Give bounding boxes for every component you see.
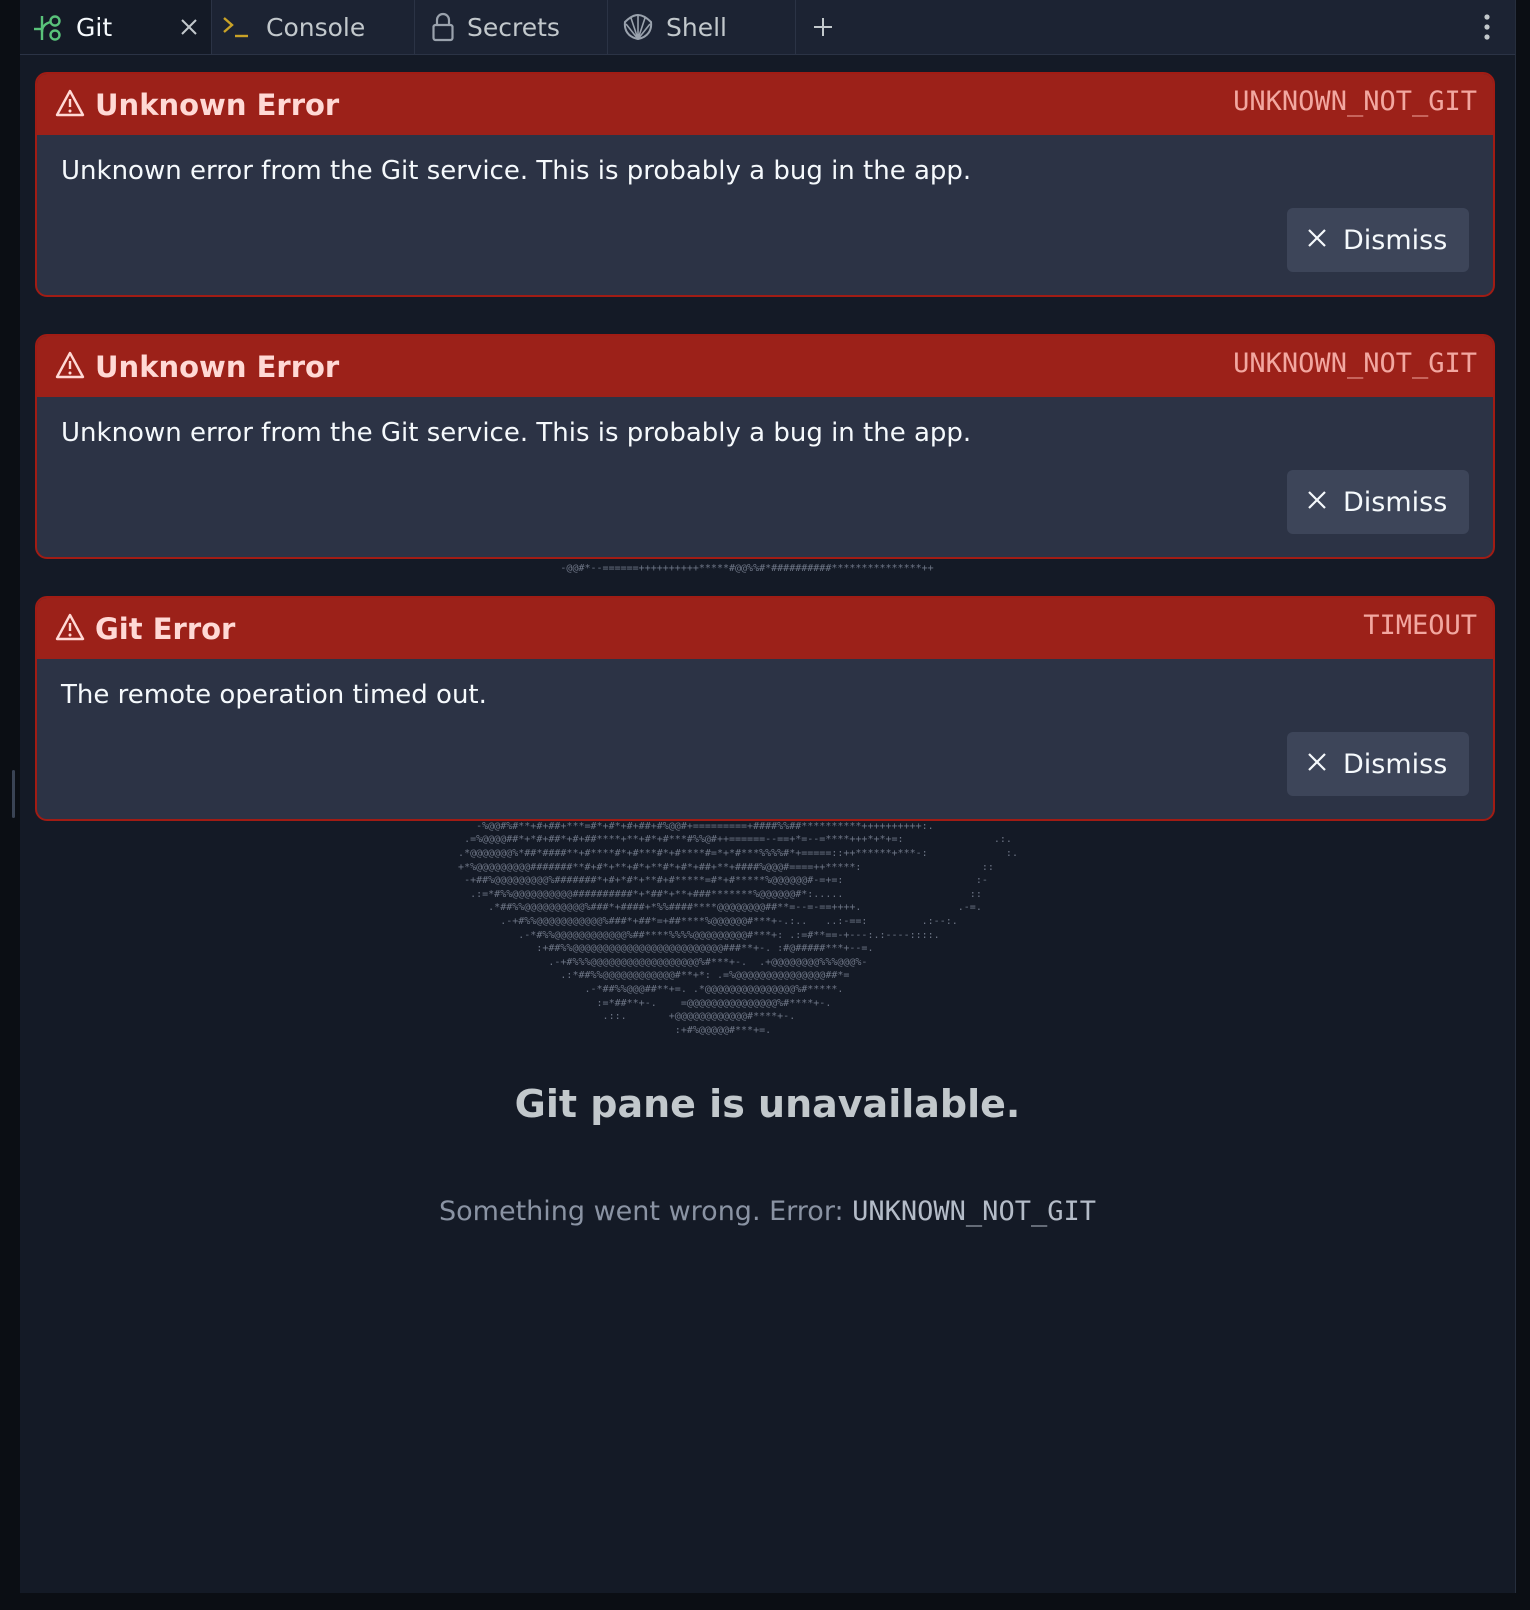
unavailable-error-code: UNKNOWN_NOT_GIT [852, 1196, 1096, 1227]
close-tab-icon[interactable] [175, 13, 203, 41]
shell-icon [622, 12, 654, 42]
error-code: UNKNOWN_NOT_GIT [1233, 86, 1477, 117]
error-code: TIMEOUT [1363, 610, 1477, 641]
kebab-menu-icon [1484, 14, 1490, 40]
close-icon [1307, 490, 1327, 514]
warning-icon [55, 351, 85, 383]
dismiss-button[interactable]: Dismiss [1287, 208, 1469, 272]
tab-secrets[interactable]: Secrets [415, 0, 608, 54]
unavailable-subtitle-text: Something went wrong. Error: [439, 1196, 844, 1227]
git-branch-icon [32, 12, 64, 42]
error-code: UNKNOWN_NOT_GIT [1233, 348, 1477, 379]
terminal-prompt-icon [218, 12, 254, 42]
error-message: Unknown error from the Git service. This… [61, 418, 972, 448]
tab-bar: Git Console Secrets Shell [20, 0, 1515, 55]
tab-shell-label: Shell [666, 12, 727, 42]
dismiss-label: Dismiss [1343, 224, 1448, 256]
dismiss-button[interactable]: Dismiss [1287, 470, 1469, 534]
error-title: Unknown Error [95, 349, 340, 384]
tab-console[interactable]: Console [212, 0, 415, 54]
tab-console-label: Console [266, 12, 366, 42]
add-tab-button[interactable] [805, 9, 841, 45]
tab-git-label: Git [76, 12, 113, 42]
git-pane: Git Console Secrets Shell -@@#*--======+… [20, 0, 1516, 1593]
lock-icon [431, 12, 455, 42]
dismiss-label: Dismiss [1343, 486, 1448, 518]
error-title: Git Error [95, 611, 236, 646]
warning-icon [55, 613, 85, 645]
resize-handle[interactable] [12, 770, 15, 818]
error-card: Unknown Error UNKNOWN_NOT_GIT Unknown er… [35, 334, 1495, 559]
error-title: Unknown Error [95, 87, 340, 122]
dismiss-label: Dismiss [1343, 748, 1448, 780]
tab-git[interactable]: Git [20, 0, 212, 54]
error-message: The remote operation timed out. [61, 680, 487, 710]
unavailable-subtitle: Something went wrong. Error: UNKNOWN_NOT… [20, 1196, 1515, 1227]
error-header: Unknown Error UNKNOWN_NOT_GIT [37, 74, 1493, 135]
error-header: Git Error TIMEOUT [37, 598, 1493, 659]
tab-shell[interactable]: Shell [608, 0, 796, 54]
error-header: Unknown Error UNKNOWN_NOT_GIT [37, 336, 1493, 397]
error-card: Git Error TIMEOUT The remote operation t… [35, 596, 1495, 821]
error-message: Unknown error from the Git service. This… [61, 156, 972, 186]
close-icon [1307, 752, 1327, 776]
close-icon [1307, 228, 1327, 252]
unavailable-title: Git pane is unavailable. [514, 1082, 1021, 1126]
plus-icon [814, 18, 832, 36]
error-card: Unknown Error UNKNOWN_NOT_GIT Unknown er… [35, 72, 1495, 297]
dismiss-button[interactable]: Dismiss [1287, 732, 1469, 796]
warning-icon [55, 89, 85, 121]
tab-secrets-label: Secrets [467, 12, 560, 42]
more-options-button[interactable] [1473, 9, 1501, 45]
